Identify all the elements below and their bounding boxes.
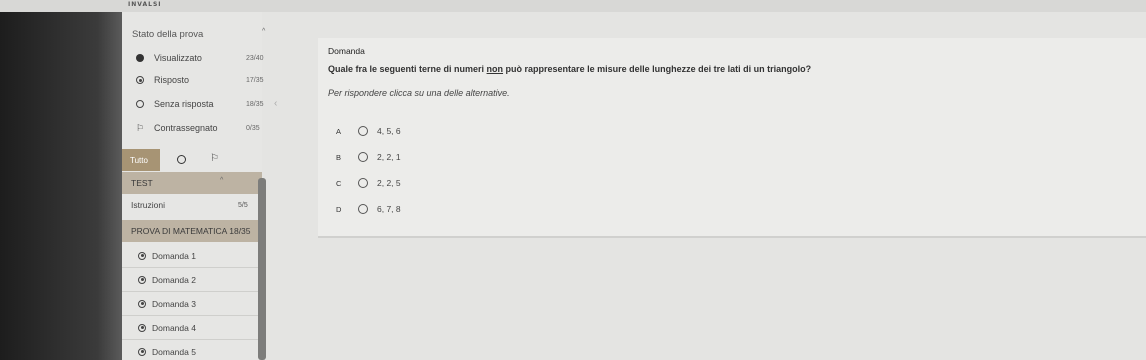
answer-option-c[interactable]: C 2, 2, 5 bbox=[336, 176, 401, 190]
question-text: Quale fra le seguenti terne di numeri no… bbox=[328, 64, 812, 74]
radio-icon[interactable] bbox=[358, 178, 368, 188]
status-item-answered[interactable]: Risposto 17/35 bbox=[136, 74, 276, 86]
answered-radio-icon bbox=[138, 299, 146, 308]
collapse-sidebar-chevron-icon[interactable]: ‹ bbox=[274, 98, 277, 109]
question-instructions: Per rispondere clicca su una delle alter… bbox=[328, 88, 510, 98]
answer-option-d[interactable]: D 6, 7, 8 bbox=[336, 202, 401, 216]
filter-all-button[interactable]: Tutto bbox=[122, 149, 160, 171]
empty-radio-icon bbox=[136, 99, 148, 109]
panel-divider bbox=[318, 236, 1146, 238]
radio-icon[interactable] bbox=[358, 126, 368, 136]
filter-unanswered-radio-icon[interactable] bbox=[177, 155, 186, 164]
collapse-status-caret-icon[interactable]: ^ bbox=[262, 28, 265, 35]
invalsi-logo: INVALSI bbox=[128, 1, 162, 8]
sidebar-item-domanda-3[interactable]: Domanda 3 bbox=[122, 292, 262, 316]
answer-option-a[interactable]: A 4, 5, 6 bbox=[336, 124, 401, 138]
sidebar-item-domanda-5[interactable]: Domanda 5 bbox=[122, 340, 262, 360]
radio-icon[interactable] bbox=[358, 152, 368, 162]
answered-radio-icon bbox=[138, 347, 146, 356]
question-panel: Domanda Quale fra le seguenti terne di n… bbox=[318, 38, 1146, 238]
flag-icon: ⚐ bbox=[136, 123, 145, 133]
instructions-item[interactable]: Istruzioni 5/5 bbox=[122, 194, 262, 216]
sidebar-item-domanda-2[interactable]: Domanda 2 bbox=[122, 268, 262, 292]
question-header: Domanda bbox=[328, 46, 365, 56]
filter-bar: Tutto ⚐ bbox=[122, 149, 262, 171]
collapse-test-caret-icon[interactable]: ^ bbox=[220, 177, 223, 184]
filter-flag-icon[interactable]: ⚐ bbox=[210, 153, 219, 164]
answered-radio-icon bbox=[138, 275, 146, 284]
question-list: Domanda 1 Domanda 2 Domanda 3 Domanda 4 … bbox=[122, 244, 262, 360]
top-bar: INVALSI bbox=[0, 0, 1146, 12]
dark-background bbox=[0, 0, 122, 360]
sidebar-scrollbar[interactable] bbox=[258, 178, 266, 360]
sidebar-item-domanda-1[interactable]: Domanda 1 bbox=[122, 244, 262, 268]
status-title: Stato della prova bbox=[132, 29, 204, 40]
sidebar-item-domanda-4[interactable]: Domanda 4 bbox=[122, 316, 262, 340]
math-section-header[interactable]: PROVA DI MATEMATICA 18/35 bbox=[122, 220, 262, 242]
status-item-viewed[interactable]: Visualizzato 23/40 bbox=[136, 52, 276, 64]
status-item-flagged[interactable]: ⚐ Contrassegnato 0/35 bbox=[136, 122, 276, 134]
answer-option-b[interactable]: B 2, 2, 1 bbox=[336, 150, 401, 164]
test-section-header[interactable]: TEST ^ bbox=[122, 172, 262, 194]
dotted-radio-icon bbox=[136, 75, 148, 85]
sidebar: Stato della prova ^ Visualizzato 23/40 R… bbox=[122, 12, 265, 360]
filled-radio-icon bbox=[136, 53, 148, 63]
radio-icon[interactable] bbox=[358, 204, 368, 214]
answered-radio-icon bbox=[138, 323, 146, 332]
status-item-unanswered[interactable]: Senza risposta 18/35 bbox=[136, 98, 276, 110]
answered-radio-icon bbox=[138, 251, 146, 260]
